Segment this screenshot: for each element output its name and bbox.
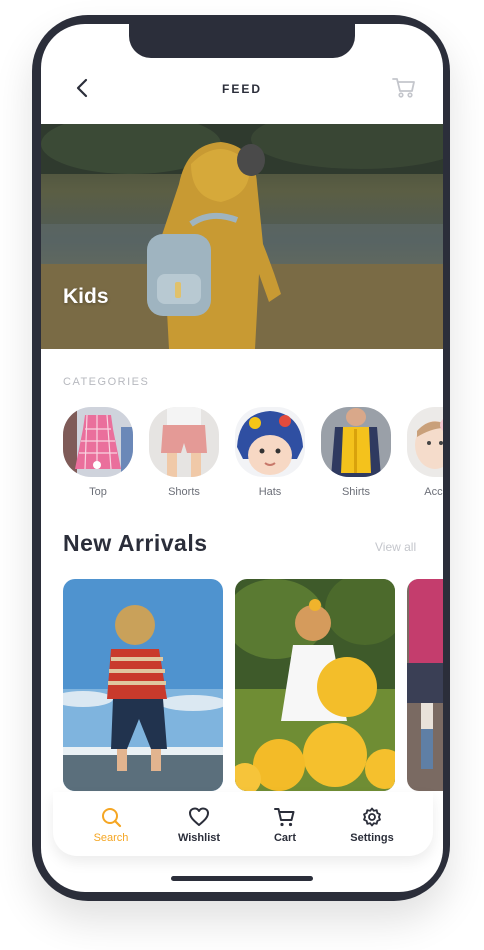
tab-label: Wishlist [177, 832, 221, 844]
tab-label: Cart [273, 832, 296, 844]
cart-icon[interactable] [391, 74, 417, 100]
arrival-card[interactable] [407, 579, 443, 791]
new-arrivals-heading: New Arrivals [63, 530, 208, 556]
arrival-card-image [63, 579, 223, 791]
tab-search[interactable]: Search [76, 806, 146, 844]
screen: FEED Kids CATEGORIES Top Shorts Hats Shi… [41, 24, 443, 892]
categories-heading: CATEGORIES [63, 376, 150, 388]
arrival-card[interactable] [235, 579, 395, 791]
category-shorts[interactable]: Shorts [149, 407, 219, 498]
hero-label: Kids [63, 285, 109, 308]
header-bar: FEED [41, 70, 443, 108]
category-top-thumb [63, 407, 133, 477]
arrival-card[interactable] [63, 579, 223, 791]
category-accessories[interactable]: Access [407, 407, 443, 498]
arrival-card-image [407, 579, 443, 791]
gear-icon [363, 807, 381, 827]
hero-image [41, 124, 443, 349]
heart-icon [189, 807, 209, 826]
tab-settings[interactable]: Settings [337, 806, 407, 844]
category-label: Shorts [168, 486, 200, 498]
category-label: Shirts [341, 486, 371, 498]
bottom-tab-bar: Search Wishlist Cart Settings [53, 792, 433, 856]
category-shirts-thumb [321, 407, 391, 477]
tab-label: Settings [350, 832, 394, 844]
category-shorts-thumb [149, 407, 219, 477]
category-list: Top Shorts Hats Shirts Acc [63, 407, 443, 507]
category-hats-thumb [235, 407, 305, 477]
arrivals-list [63, 579, 443, 799]
category-shirts[interactable]: Shirts [321, 407, 391, 498]
arrival-card-image [235, 579, 395, 791]
tab-label: Search [93, 832, 129, 844]
home-indicator [171, 876, 313, 881]
category-hats[interactable]: Hats [235, 407, 305, 498]
tab-cart[interactable]: Cart [250, 806, 320, 844]
view-all-link[interactable]: View all [375, 540, 416, 554]
hero-banner[interactable]: Kids [41, 124, 443, 349]
category-label: Top [89, 486, 107, 498]
cart-icon [274, 808, 295, 827]
page-title: FEED [221, 82, 262, 96]
notch [129, 24, 355, 58]
tab-wishlist[interactable]: Wishlist [164, 806, 234, 844]
category-accessories-thumb [407, 407, 443, 477]
search-icon [102, 808, 122, 828]
category-label: Hats [258, 486, 282, 498]
category-label: Access [424, 486, 443, 498]
category-top[interactable]: Top [63, 407, 133, 498]
